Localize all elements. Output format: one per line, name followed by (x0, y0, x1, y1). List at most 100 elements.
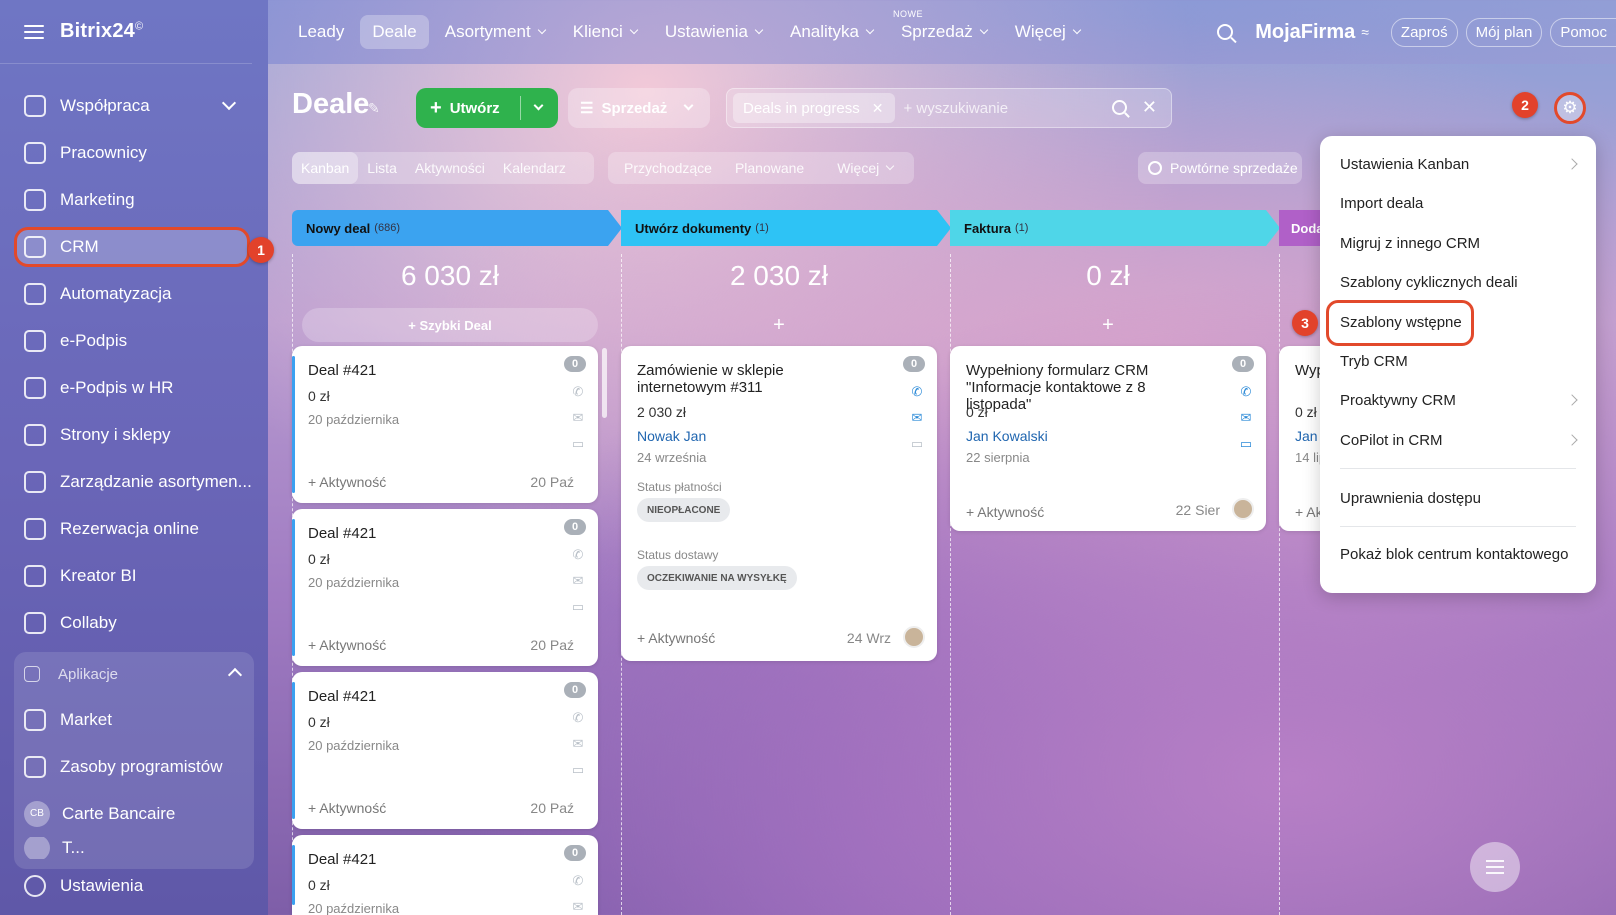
sidebar-item-marketing[interactable]: Marketing (0, 176, 268, 223)
add-activity-link[interactable]: + Aktywność (308, 474, 386, 490)
deal-title[interactable]: Deal #421 (308, 362, 538, 379)
topnav-more[interactable]: Więcej (1003, 15, 1092, 49)
avatar[interactable] (1232, 498, 1254, 520)
deal-title[interactable]: Wypełniony formularz CRM "Informacje kon… (966, 362, 1206, 413)
filter-planned[interactable]: Planowane (721, 152, 813, 184)
pipeline-selector[interactable]: ☰ Sprzedaż (568, 88, 710, 128)
sidebar-item-collaboration[interactable]: Współpraca (0, 82, 268, 129)
apps-header[interactable]: Aplikacje (14, 652, 254, 696)
mail-icon[interactable]: ✉ (1238, 411, 1254, 424)
avatar[interactable] (903, 626, 925, 648)
mail-icon[interactable]: ✉ (570, 574, 586, 587)
create-button[interactable]: + Utwórz (416, 88, 558, 128)
phone-icon[interactable]: ✆ (570, 711, 586, 724)
sidebar-item-truncated[interactable]: T... (14, 837, 254, 859)
topnav-settings[interactable]: Ustawienia (653, 15, 774, 49)
add-activity-link[interactable]: + Ak (1295, 504, 1323, 520)
deal-title[interactable]: Deal #421 (308, 525, 538, 542)
deal-card[interactable]: Deal #421 0 0 zł 20 października ✆ ✉ ▭ +… (292, 346, 598, 503)
filter-incoming[interactable]: Przychodzące (608, 152, 721, 184)
menu-item-access-rights[interactable]: Uprawnienia dostępu (1340, 490, 1481, 507)
sidebar-item-employees[interactable]: Pracownicy (0, 129, 268, 176)
add-activity-link[interactable]: + Aktywność (637, 630, 715, 646)
topnav-sales[interactable]: NOWE Sprzedaż (889, 9, 999, 49)
filter-chip[interactable]: Deals in progress ✕ (733, 93, 896, 123)
sidebar-item-inventory[interactable]: Zarządzanie asortymen... (0, 458, 268, 505)
my-plan-button[interactable]: Mój plan (1465, 17, 1543, 47)
topnav-analytics[interactable]: Analityka (778, 15, 885, 49)
chat-widget-button[interactable] (1470, 842, 1520, 892)
contact-link[interactable]: Nowak Jan (637, 428, 706, 444)
topnav-inventory[interactable]: Asortyment (433, 15, 557, 49)
company-name[interactable]: MojaFirma (1255, 21, 1355, 44)
sidebar-item-settings[interactable]: Ustawienia (0, 862, 143, 909)
menu-item-crm-mode[interactable]: Tryb CRM (1340, 353, 1408, 370)
sidebar-item-booking[interactable]: Rezerwacja online (0, 505, 268, 552)
sidebar-item-developers[interactable]: Zasoby programistów (14, 743, 254, 790)
phone-icon[interactable]: ✆ (1238, 385, 1254, 398)
sidebar-item-carte-bancaire[interactable]: CB Carte Bancaire (14, 790, 254, 837)
search-input[interactable]: + wyszukiwanie (903, 100, 1008, 117)
sidebar-item-collaby[interactable]: Collaby (0, 599, 268, 646)
phone-icon[interactable]: ✆ (570, 548, 586, 561)
menu-item-proactive-crm[interactable]: Proaktywny CRM (1340, 392, 1578, 409)
search-icon[interactable] (1112, 100, 1127, 115)
menu-item-migrate[interactable]: Migruj z innego CRM (1340, 235, 1480, 252)
chat-icon[interactable]: ▭ (570, 437, 586, 450)
contact-link[interactable]: Jan Kowalski (966, 428, 1048, 444)
add-activity-link[interactable]: + Aktywność (308, 637, 386, 653)
menu-item-kanban-settings[interactable]: Ustawienia Kanban (1340, 156, 1578, 173)
deal-card[interactable]: Wypełniony formularz CRM "Informacje kon… (950, 346, 1266, 531)
sidebar-item-esign[interactable]: e-Podpis (0, 317, 268, 364)
topnav-clients[interactable]: Klienci (561, 15, 649, 49)
mail-icon[interactable]: ✉ (570, 411, 586, 424)
menu-item-recurring-templates[interactable]: Szablony cyklicznych deali (1340, 274, 1518, 291)
chat-icon[interactable]: ▭ (570, 763, 586, 776)
chevron-down-icon[interactable] (221, 95, 237, 111)
column-scrollbar[interactable] (602, 348, 607, 418)
tab-activities[interactable]: Aktywności (406, 152, 494, 184)
chat-icon[interactable]: ▭ (570, 600, 586, 613)
quick-deal-button[interactable]: + Szybki Deal (302, 308, 598, 342)
deal-card[interactable]: Deal #421 0 0 zł 20 października ✆ ✉ ▭ +… (292, 672, 598, 829)
add-deal-button[interactable]: + (960, 308, 1256, 342)
close-icon[interactable]: ✕ (872, 100, 884, 117)
topnav-leads[interactable]: Leady (286, 15, 356, 49)
deal-card[interactable]: Zamówienie w sklepie internetowym #311 0… (621, 346, 937, 661)
clear-icon[interactable]: ✕ (1142, 97, 1157, 118)
chevron-down-icon[interactable] (533, 100, 544, 111)
deal-title[interactable]: Deal #421 (308, 851, 538, 868)
phone-icon[interactable]: ✆ (570, 874, 586, 887)
add-deal-button[interactable]: + (631, 308, 927, 342)
sidebar-item-sites[interactable]: Strony i sklepy (0, 411, 268, 458)
mail-icon[interactable]: ✉ (570, 737, 586, 750)
topnav-deals[interactable]: Deale (360, 15, 429, 49)
mail-icon[interactable]: ✉ (909, 411, 925, 424)
menu-icon[interactable] (24, 24, 44, 39)
phone-icon[interactable]: ✆ (909, 385, 925, 398)
column-header[interactable]: Faktura (1) (950, 210, 1280, 246)
menu-item-copilot[interactable]: CoPilot in CRM (1340, 432, 1578, 449)
sidebar-item-market[interactable]: Market (14, 696, 254, 743)
chat-icon[interactable]: ▭ (1238, 437, 1254, 450)
menu-item-import[interactable]: Import deala (1340, 195, 1423, 212)
column-header[interactable]: Utwórz dokumenty (1) (621, 210, 951, 246)
tab-calendar[interactable]: Kalendarz (494, 152, 575, 184)
deal-card[interactable]: Deal #421 0 0 zł 20 października ✆ ✉ (292, 835, 598, 915)
menu-item-contact-center[interactable]: Pokaż blok centrum kontaktowego (1340, 546, 1568, 563)
tab-list[interactable]: Lista (358, 152, 406, 184)
sidebar-item-esign-hr[interactable]: e-Podpis w HR (0, 364, 268, 411)
deal-title[interactable]: Deal #421 (308, 688, 538, 705)
invite-button[interactable]: Zaproś (1390, 17, 1458, 47)
filter-search[interactable]: Deals in progress ✕ + wyszukiwanie ✕ (726, 88, 1172, 128)
sidebar-item-crm[interactable]: CRM (0, 223, 268, 270)
pin-icon[interactable]: ✎ (368, 100, 380, 117)
sidebar-item-automation[interactable]: Automatyzacja (0, 270, 268, 317)
deal-card[interactable]: Deal #421 0 0 zł 20 października ✆ ✉ ▭ +… (292, 509, 598, 666)
chevron-up-icon[interactable] (227, 667, 243, 683)
repeat-sales-button[interactable]: Powtórne sprzedaże (1138, 152, 1302, 184)
add-activity-link[interactable]: + Aktywność (966, 504, 1044, 520)
column-header[interactable]: Nowy deal (686) (292, 210, 622, 246)
deal-title[interactable]: Zamówienie w sklepie internetowym #311 (637, 362, 877, 396)
phone-icon[interactable]: ✆ (570, 385, 586, 398)
